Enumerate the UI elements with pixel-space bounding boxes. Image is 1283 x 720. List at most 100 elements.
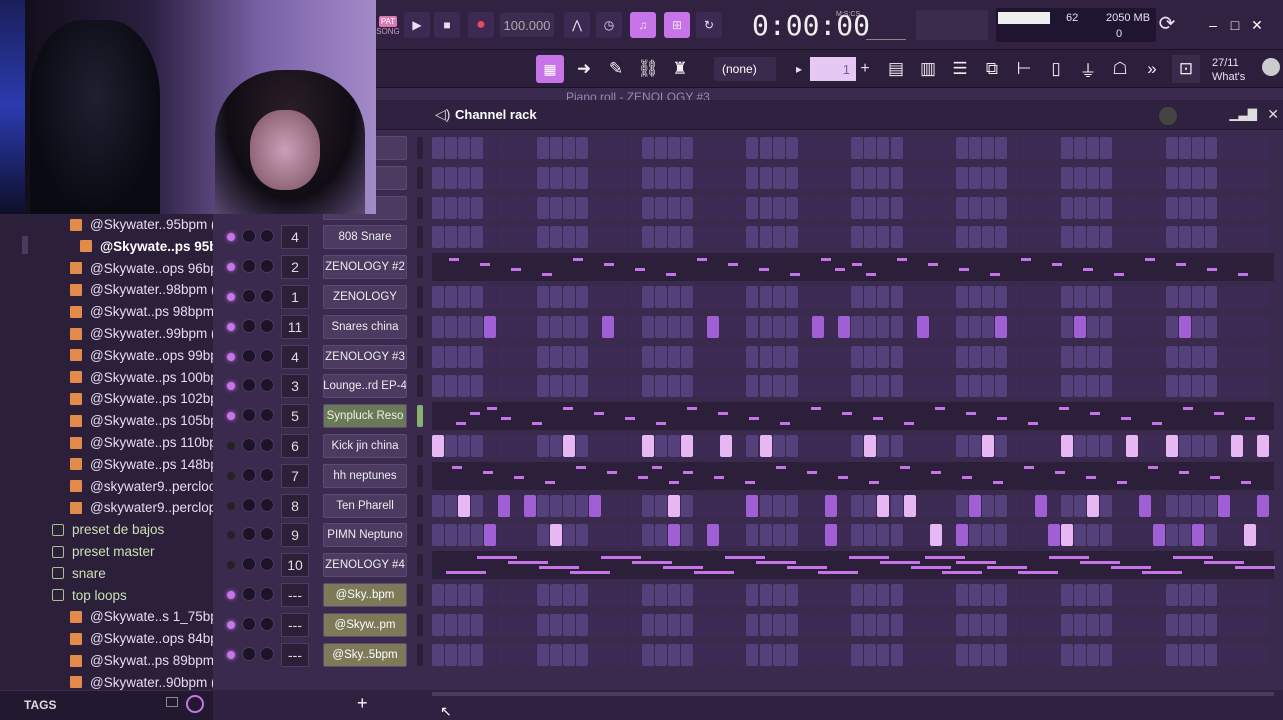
step-button[interactable] [903,613,916,636]
step-button[interactable] [995,435,1008,457]
channel-select-indicator[interactable] [417,137,423,159]
step-button[interactable] [785,166,798,189]
step-button[interactable] [694,345,706,368]
step-button[interactable] [536,524,549,547]
step-button[interactable] [432,166,444,189]
channel-row[interactable]: 7 hh neptunes [213,461,1283,491]
step-button[interactable] [956,643,968,666]
step-button[interactable] [785,524,798,547]
step-button[interactable] [733,315,746,338]
step-button[interactable] [1257,286,1270,308]
step-button[interactable] [707,315,720,338]
volume-knob[interactable] [260,229,274,244]
step-button[interactable] [982,584,995,606]
step-button[interactable] [615,345,628,368]
step-button[interactable] [1178,286,1191,308]
channel-mute-led[interactable] [227,233,235,242]
step-button[interactable] [510,137,523,159]
step-button[interactable] [733,375,746,398]
channel-mute-led[interactable] [227,650,235,659]
step-button[interactable] [1257,375,1270,398]
step-button[interactable] [536,584,549,606]
step-button[interactable] [1178,375,1191,398]
step-button[interactable] [1152,524,1165,547]
step-button[interactable] [458,524,471,547]
channel-rack-button[interactable]: ☰ [946,55,974,83]
step-button[interactable] [825,315,837,338]
step-button[interactable] [890,196,903,219]
step-button[interactable] [707,226,720,249]
step-button[interactable] [838,196,851,219]
step-button[interactable] [523,286,536,308]
search-icon[interactable] [186,695,204,713]
step-button[interactable] [1100,643,1113,666]
step-button[interactable] [1060,286,1073,308]
step-button[interactable] [720,524,733,547]
step-button[interactable] [877,137,890,159]
step-button[interactable] [523,166,536,189]
step-button[interactable] [484,137,497,159]
step-button[interactable] [1060,166,1073,189]
news-panel[interactable]: 27/11 What's [1212,53,1262,87]
step-button[interactable] [445,643,458,666]
step-button[interactable] [1034,315,1047,338]
step-button[interactable] [1257,494,1270,517]
step-button[interactable] [1178,584,1191,606]
remote-button[interactable]: ☖ [1106,55,1134,83]
project-button[interactable]: ▯ [1042,55,1070,83]
step-button[interactable] [811,435,824,457]
step-button[interactable] [942,226,955,249]
channel-name-button[interactable]: ZENOLOGY [323,285,407,309]
step-button[interactable] [864,494,877,517]
channel-row[interactable]: --- @Sky..5bpm [213,640,1283,670]
step-button[interactable] [851,196,864,219]
step-button[interactable] [484,226,497,249]
step-button[interactable] [785,613,798,636]
step-button[interactable] [1218,315,1230,338]
step-button[interactable] [1139,137,1152,159]
step-button[interactable] [1191,643,1204,666]
step-button[interactable] [877,613,890,636]
step-button[interactable] [1231,226,1244,249]
step-button[interactable] [969,494,982,517]
record-button[interactable]: ● [468,12,494,38]
step-button[interactable] [549,643,562,666]
step-button[interactable] [563,435,575,457]
step-button[interactable] [536,494,549,517]
pan-knob[interactable] [242,438,256,452]
step-button[interactable] [680,584,693,606]
step-button[interactable] [1021,315,1034,338]
channel-row[interactable]: 8 Ten Pharell [213,491,1283,521]
step-button[interactable] [1008,345,1021,368]
step-button[interactable] [1165,226,1178,249]
step-button[interactable] [576,137,589,159]
pan-knob[interactable] [242,557,256,572]
step-button[interactable] [680,137,693,159]
step-button[interactable] [510,435,523,457]
step-button[interactable] [785,137,798,159]
step-button[interactable] [615,196,628,219]
step-button[interactable] [707,524,720,547]
step-button[interactable] [1034,524,1047,547]
step-button[interactable] [798,524,811,547]
step-button[interactable] [982,286,995,308]
step-button[interactable] [1191,375,1204,398]
step-button[interactable] [1073,226,1086,249]
step-button[interactable] [995,137,1008,159]
step-button[interactable] [890,226,903,249]
step-button[interactable] [694,524,706,547]
step-button[interactable] [471,524,484,547]
step-button[interactable] [916,315,929,338]
step-button[interactable] [720,345,733,368]
step-button[interactable] [1257,613,1270,636]
step-button[interactable] [1100,345,1113,368]
step-button[interactable] [916,166,929,189]
step-button[interactable] [1034,375,1047,398]
step-button[interactable] [1021,584,1034,606]
step-button[interactable] [1047,375,1060,398]
step-button[interactable] [549,375,562,398]
browser-file[interactable]: @Skywate..ops 84bpm [70,628,229,649]
step-button[interactable] [1100,613,1113,636]
step-button[interactable] [890,494,903,517]
step-button[interactable] [510,196,523,219]
